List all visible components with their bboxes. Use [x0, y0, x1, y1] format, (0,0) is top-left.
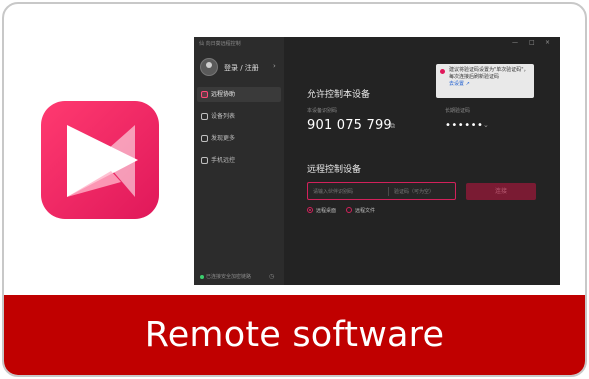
login-link[interactable]: 登录 / 注册 — [224, 63, 259, 73]
banner-title: Remote software — [144, 315, 445, 355]
sidebar-item-remote-assist[interactable]: 远程协助 — [197, 87, 281, 102]
tooltip-link[interactable]: 去设置 ↗ — [449, 81, 530, 88]
device-list-icon — [201, 113, 208, 120]
sidebar-item-label: 发现更多 — [211, 135, 236, 142]
sidebar-item-mobile-control[interactable]: 手机远控 — [197, 153, 281, 168]
info-icon — [440, 69, 445, 74]
remote-control-heading: 远程控制设备 — [307, 165, 362, 175]
chevron-right-icon: › — [273, 62, 276, 70]
radio-remote-file[interactable] — [346, 207, 352, 213]
device-code: 901 075 799 — [307, 118, 392, 133]
status-dot-icon — [200, 275, 204, 279]
radio-label: 远程桌面 — [316, 208, 337, 214]
partner-id-input[interactable]: 请输入伙伴识别码 验证码（可为空） — [307, 182, 456, 200]
sidebar-item-label: 手机远控 — [211, 157, 236, 164]
input-divider — [388, 187, 389, 196]
tooltip-line-2: 每次连接后刷新验证码 — [449, 74, 500, 80]
partner-id-placeholder: 请输入伙伴识别码 — [313, 189, 354, 195]
close-button[interactable]: × — [545, 39, 550, 46]
sidebar-item-label: 远程协助 — [211, 91, 236, 98]
settings-icon[interactable]: ◷ — [269, 273, 274, 280]
app-window-screenshot: 仙 向日葵远程控制 — □ × 登录 / 注册 › 远程协助 设备列表 发现更多… — [194, 37, 560, 285]
sidebar-item-discover[interactable]: 发现更多 — [197, 131, 281, 146]
maximize-button[interactable]: □ — [529, 39, 535, 46]
copy-icon[interactable]: ⧉ — [390, 122, 395, 131]
device-code-label: 本设备识别码 — [307, 108, 338, 114]
allow-control-heading: 允许控制本设备 — [307, 90, 371, 100]
avatar-icon[interactable] — [200, 58, 218, 76]
mobile-control-icon — [201, 157, 208, 164]
sidebar-item-label: 设备列表 — [211, 113, 236, 120]
radio-label: 远程文件 — [355, 208, 376, 214]
connect-button[interactable]: 连接 — [466, 183, 536, 200]
sidebar-item-device-list[interactable]: 设备列表 — [197, 109, 281, 124]
discover-icon — [201, 135, 208, 142]
tooltip: 建议将验证码设置为"单次验证码"， 每次连接后刷新验证码 去设置 ↗ — [436, 64, 534, 98]
card-container: 仙 向日葵远程控制 — □ × 登录 / 注册 › 远程协助 设备列表 发现更多… — [2, 2, 587, 377]
caption-banner: Remote software — [4, 295, 585, 375]
connection-status: 已连接安全加密链路 — [206, 274, 252, 280]
radio-remote-desktop[interactable] — [307, 207, 313, 213]
password-label: 长期验证码 — [445, 108, 471, 114]
verify-code-placeholder: 验证码（可为空） — [394, 189, 435, 195]
window-title: 仙 向日葵远程控制 — [199, 41, 241, 47]
tooltip-line-1: 建议将验证码设置为"单次验证码"， — [449, 67, 529, 73]
chevron-down-icon[interactable]: ⌄ — [483, 121, 489, 129]
remote-assist-icon — [201, 91, 208, 98]
password-value: •••••• — [445, 120, 484, 131]
app-logo-icon — [41, 101, 159, 219]
minimize-button[interactable]: — — [512, 39, 518, 46]
